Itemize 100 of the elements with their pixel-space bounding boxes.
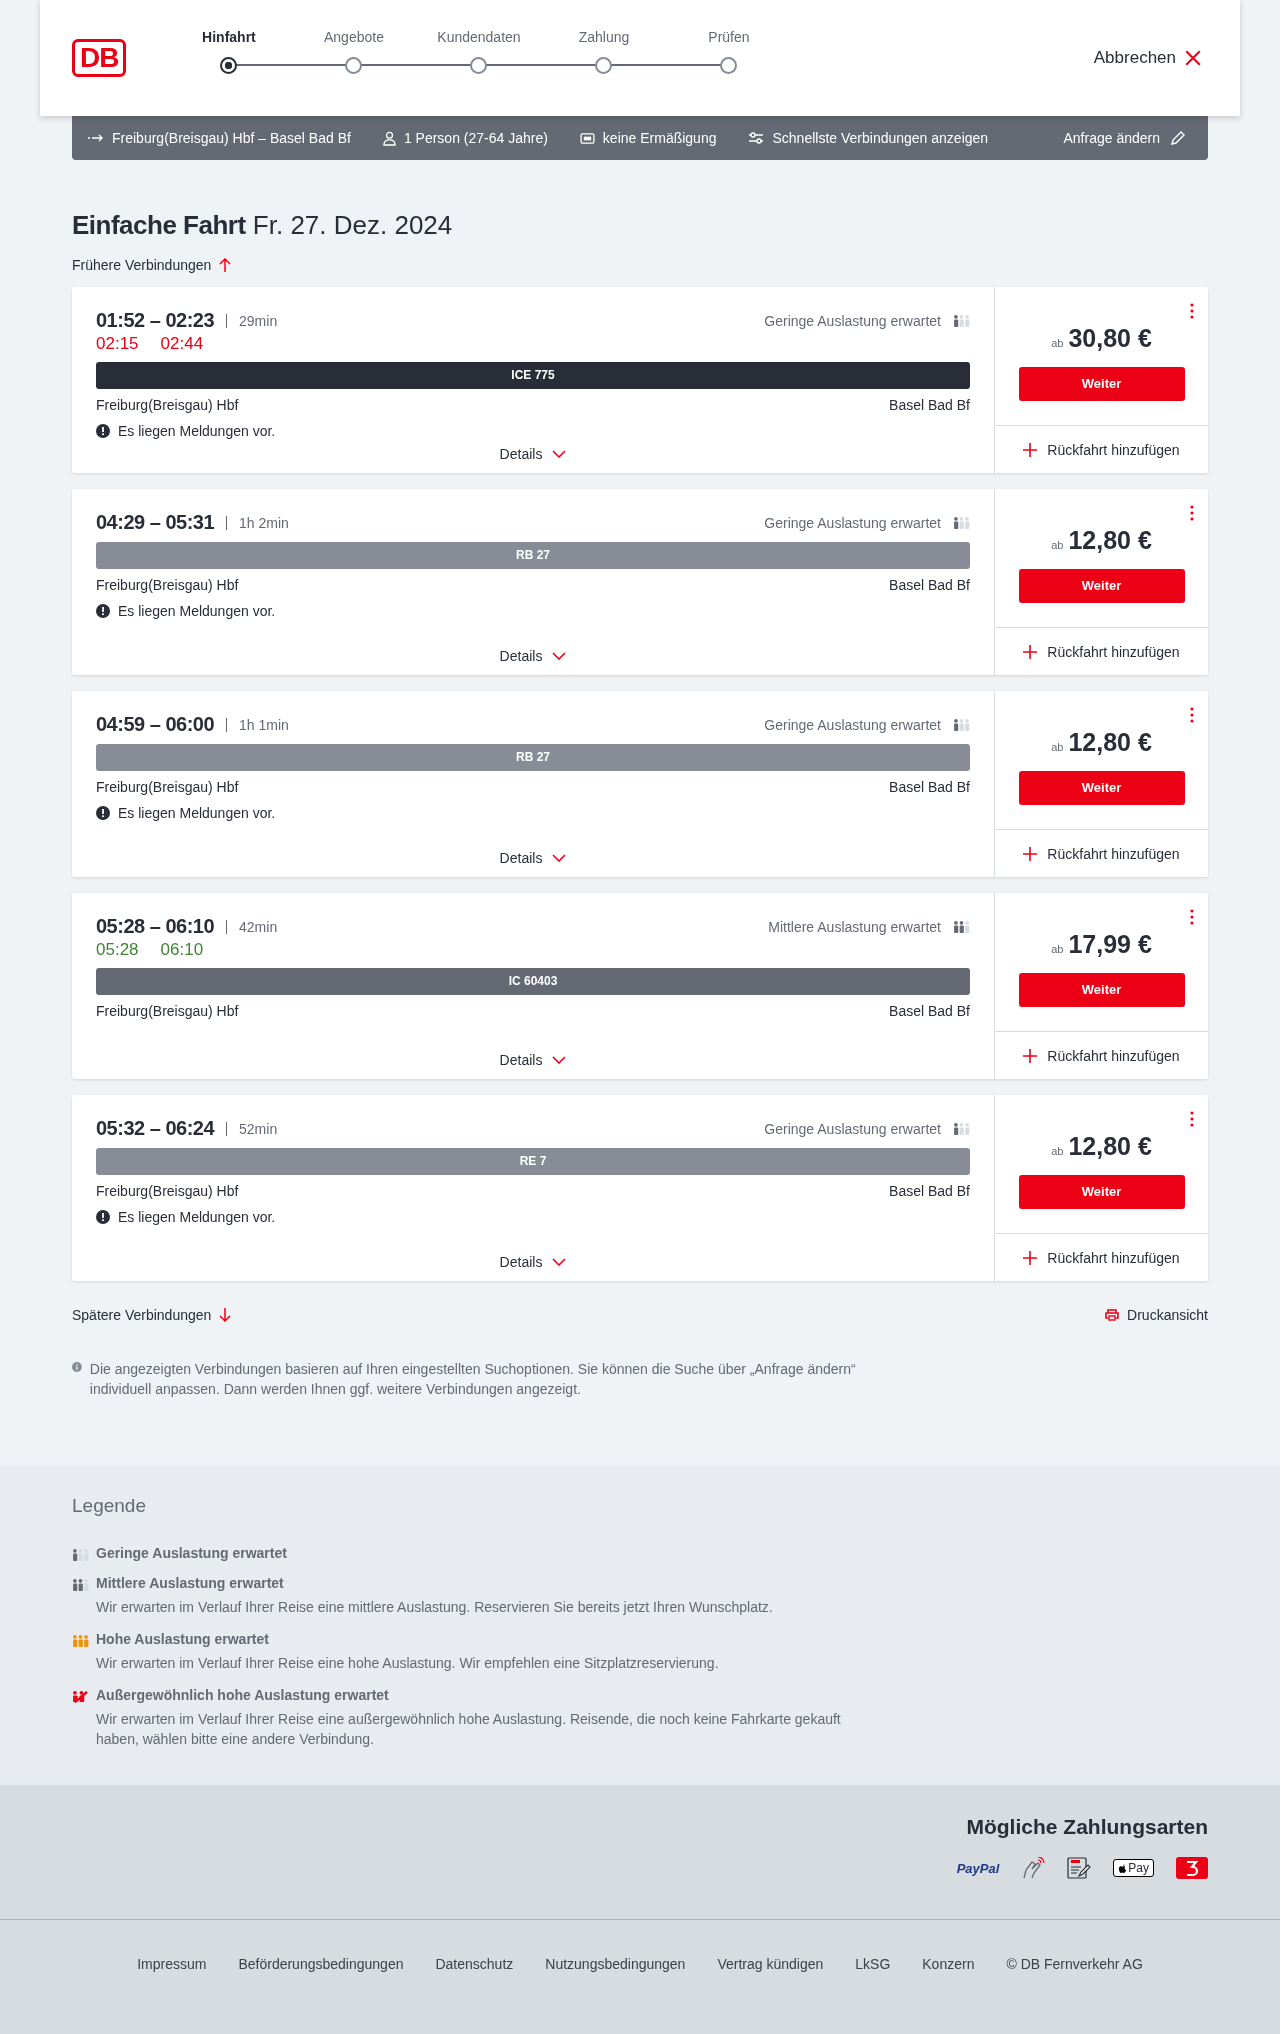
sliders-icon — [748, 132, 765, 144]
pencil-icon — [1170, 130, 1186, 146]
notice-text: Es liegen Meldungen vor. — [118, 805, 276, 821]
card-tap-icon — [1021, 1857, 1046, 1879]
train-bar: RE 7 — [96, 1148, 970, 1175]
details-toggle[interactable]: Details — [493, 1253, 573, 1271]
option-text: Schnellste Verbindungen anzeigen — [748, 130, 989, 146]
step-indicator[interactable] — [220, 56, 238, 74]
more-options-button[interactable] — [1190, 303, 1194, 319]
price-text: 12,80 € — [1068, 1131, 1152, 1161]
duration-text: 52min — [239, 1120, 278, 1137]
occupancy-text: Geringe Auslastung erwartet — [764, 716, 941, 733]
later-connections-link[interactable]: Spätere Verbindungen — [72, 1307, 232, 1323]
payment-title: Mögliche Zahlungsarten — [966, 1815, 1208, 1839]
travellers-text: 1 Person (27-64 Jahre) — [382, 130, 548, 146]
alert-icon — [96, 604, 110, 618]
footer-link[interactable]: Beförderungsbedingungen — [238, 1956, 404, 2034]
legend-label: Hohe Auslastung erwartet — [96, 1631, 270, 1647]
continue-button[interactable]: Weiter — [1018, 1174, 1185, 1209]
add-return-button[interactable]: Rückfahrt hinzufügen — [995, 829, 1208, 877]
add-return-button[interactable]: Rückfahrt hinzufügen — [995, 1031, 1208, 1079]
arrow-icon — [88, 133, 104, 143]
details-toggle[interactable]: Details — [493, 849, 573, 867]
printer-icon — [1105, 1309, 1120, 1321]
alert-icon — [96, 806, 110, 820]
apple-pay-logo: Pay — [1113, 1859, 1154, 1877]
edit-query-button[interactable]: Anfrage ändern — [1057, 129, 1192, 147]
origin-station: Freiburg(Breisgau) Hbf — [96, 397, 239, 413]
origin-station: Freiburg(Breisgau) Hbf — [96, 779, 239, 795]
step-label: Prüfen — [708, 28, 750, 45]
more-options-button[interactable] — [1190, 505, 1194, 521]
add-return-button[interactable]: Rückfahrt hinzufügen — [995, 627, 1208, 675]
destination-station: Basel Bad Bf — [889, 779, 970, 795]
duration-text: 1h 1min — [239, 716, 289, 733]
continue-button[interactable]: Weiter — [1018, 366, 1185, 401]
step-label: Hinfahrt — [202, 28, 256, 45]
step-label: Kundendaten — [437, 28, 521, 45]
footer-link[interactable]: Impressum — [137, 1956, 207, 2034]
occupancy-text: Mittlere Auslastung erwartet — [768, 918, 941, 935]
train-bar: IC 60403 — [96, 968, 970, 995]
continue-button[interactable]: Weiter — [1018, 972, 1185, 1007]
price-text: 17,99 € — [1068, 929, 1152, 959]
legend-description: Wir erwarten im Verlauf Ihrer Reise eine außergewöhnlich hohe Auslastung. Reisende, die noch keine Fahrkarte gekauft haben, wählen bitte eine andere Verbindung. — [96, 1710, 842, 1749]
print-view-link[interactable]: Druckansicht — [1105, 1307, 1208, 1323]
paypal-logo: PayPal — [956, 1860, 1000, 1876]
card-icon — [579, 132, 595, 144]
more-icon — [1190, 909, 1194, 925]
destination-station: Basel Bad Bf — [889, 1183, 970, 1199]
footer-link[interactable]: LkSG — [855, 1956, 891, 2034]
train-bar: RB 27 — [96, 744, 970, 771]
duration-text: 42min — [239, 918, 278, 935]
footer-link[interactable]: © DB Fernverkehr AG — [1006, 1956, 1143, 2034]
legend-description: Wir erwarten im Verlauf Ihrer Reise eine mittlere Auslastung. Reservieren Sie bereits jetzt Ihren Wunschplatz. — [96, 1598, 774, 1617]
footer-link[interactable]: Konzern — [922, 1956, 975, 2034]
step-label: Angebote — [323, 28, 384, 45]
more-options-button[interactable] — [1190, 707, 1194, 723]
details-toggle[interactable]: Details — [493, 647, 573, 665]
connection-times: 01:52 – 02:23 — [96, 309, 215, 332]
legend-label: Außergewöhnlich hohe Auslastung erwartet — [96, 1687, 390, 1703]
connection-times: 04:59 – 06:00 — [96, 713, 215, 736]
travel-date: Fr. 27. Dez. 2024 — [252, 210, 453, 240]
plus-icon — [1023, 442, 1038, 457]
destination-station: Basel Bad Bf — [889, 397, 970, 413]
realtime-arrival: 02:44 — [160, 334, 204, 354]
notice-text: Es liegen Meldungen vor. — [118, 423, 276, 439]
info-icon — [72, 1359, 82, 1375]
more-icon — [1190, 1111, 1194, 1127]
info-text: Die angezeigten Verbindungen basieren auf Ihren eingestellten Suchoptionen. Sie können die Suche über „Anfrage ändern“ individuell anpassen. Dann werden Ihnen ggf. weitere Verbindungen angezeigt. — [89, 1360, 857, 1399]
more-options-button[interactable] — [1190, 909, 1194, 925]
chevron-down-icon — [552, 1258, 567, 1266]
add-return-button[interactable]: Rückfahrt hinzufügen — [995, 425, 1208, 473]
footer-link[interactable]: Vertrag kündigen — [717, 1956, 824, 2034]
legend-title: Legende — [72, 1495, 147, 1517]
realtime-departure: 02:15 — [96, 334, 139, 354]
price-text: 12,80 € — [1068, 525, 1152, 555]
price-prefix: ab — [1051, 336, 1064, 349]
origin-station: Freiburg(Breisgau) Hbf — [96, 1183, 239, 1199]
person-icon — [382, 130, 396, 146]
legend-description: Wir erwarten im Verlauf Ihrer Reise eine hohe Auslastung. Wir empfehlen eine Sitzplatzreservierung. — [96, 1654, 720, 1673]
footer-link[interactable]: Nutzungsbedingungen — [545, 1956, 686, 2034]
cancel-button[interactable]: Abbrechen — [1087, 47, 1208, 69]
more-icon — [1190, 303, 1194, 319]
page-title: Einfache Fahrt — [72, 210, 246, 240]
realtime-arrival: 06:10 — [160, 940, 204, 960]
duration-text: 1h 2min — [239, 514, 289, 531]
details-toggle[interactable]: Details — [493, 1051, 573, 1069]
realtime-departure: 05:28 — [96, 940, 139, 960]
more-options-button[interactable] — [1190, 1111, 1194, 1127]
train-bar: ICE 775 — [96, 362, 970, 389]
footer-link[interactable]: Datenschutz — [435, 1956, 514, 2034]
continue-button[interactable]: Weiter — [1018, 770, 1185, 805]
plus-icon — [1023, 1048, 1038, 1063]
continue-button[interactable]: Weiter — [1018, 568, 1185, 603]
details-toggle[interactable]: Details — [493, 445, 573, 463]
occupancy-text: Geringe Auslastung erwartet — [764, 312, 941, 329]
db-logo[interactable]: DB — [72, 39, 127, 77]
earlier-connections-link[interactable]: Frühere Verbindungen — [72, 257, 1208, 273]
more-icon — [1190, 707, 1194, 723]
occupancy-text: Geringe Auslastung erwartet — [764, 514, 941, 531]
add-return-button[interactable]: Rückfahrt hinzufügen — [995, 1233, 1208, 1281]
